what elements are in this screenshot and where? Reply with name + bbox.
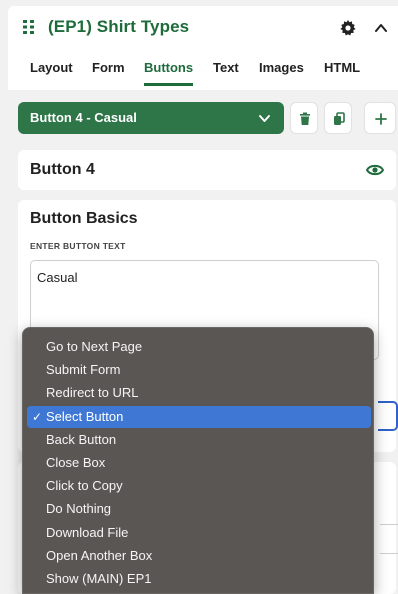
- add-button[interactable]: [364, 102, 396, 134]
- tab-text[interactable]: Text: [213, 56, 239, 86]
- menu-item[interactable]: ✓ Select Button: [27, 405, 371, 428]
- button-action-select[interactable]: [378, 401, 398, 431]
- menu-item-label: Select Button: [46, 408, 124, 424]
- menu-item[interactable]: Show (MAIN) EP1: [27, 568, 371, 590]
- panel-title: (EP1) Shirt Types: [48, 17, 190, 36]
- delete-button[interactable]: [290, 102, 318, 134]
- menu-item-label: Do Nothing: [46, 501, 112, 517]
- menu-item[interactable]: Do Nothing: [27, 498, 371, 520]
- copy-icon: [334, 112, 345, 125]
- button-text-label: ENTER BUTTON TEXT: [30, 241, 126, 251]
- menu-item[interactable]: Back Button: [27, 429, 371, 451]
- trash-icon: [300, 112, 310, 125]
- collapse-chevron-up-icon[interactable]: [374, 21, 388, 35]
- tab-html[interactable]: HTML: [324, 56, 360, 86]
- menu-item[interactable]: Go to Next Page: [27, 336, 371, 358]
- menu-item-label: Download File: [46, 524, 129, 540]
- chevron-down-icon: [259, 115, 270, 122]
- button-select-dropdown[interactable]: Button 4 - Casual: [18, 102, 284, 134]
- menu-item[interactable]: Download File: [27, 522, 371, 544]
- menu-item[interactable]: Close Box: [27, 452, 371, 474]
- menu-item[interactable]: Submit Form: [27, 359, 371, 381]
- title-row: (EP1) Shirt Types: [8, 6, 398, 48]
- tab-buttons[interactable]: Buttons: [144, 56, 194, 86]
- checkmark-icon: ✓: [32, 409, 43, 424]
- button-selector-row: Button 4 - Casual: [18, 102, 396, 134]
- menu-item-label: Submit Form: [46, 362, 121, 378]
- gear-icon[interactable]: [340, 20, 356, 36]
- button-card: Button 4: [18, 150, 396, 190]
- menu-item-label: Open Another Box: [46, 547, 153, 563]
- button-action-menu: Go to Next Page Submit Form Redirect to UR…: [22, 327, 374, 594]
- tab-layout[interactable]: Layout: [30, 56, 73, 86]
- tab-images[interactable]: Images: [259, 56, 304, 86]
- lower-field-input[interactable]: [380, 524, 398, 554]
- tab-bar: Layout Form Buttons Text Images HTML: [8, 50, 398, 90]
- panel-header: (EP1) Shirt Types Layout Form Buttons Te…: [8, 6, 398, 90]
- button-basics-title: Button Basics: [30, 210, 138, 227]
- menu-item-label: Show (MAIN) EP1: [46, 571, 152, 586]
- menu-item-label: Go to Next Page: [46, 339, 143, 354]
- plus-icon: [375, 113, 387, 125]
- duplicate-button[interactable]: [324, 102, 352, 134]
- button-select-value: Button 4 - Casual: [30, 110, 137, 125]
- menu-item-label: Redirect to URL: [46, 385, 139, 401]
- tab-form[interactable]: Form: [92, 56, 125, 86]
- menu-item-label: Back Button: [46, 431, 117, 447]
- drag-handle-icon[interactable]: [22, 19, 36, 35]
- menu-item-label: Click to Copy: [46, 478, 123, 494]
- menu-item[interactable]: Open Another Box: [27, 545, 371, 567]
- eye-icon[interactable]: [366, 163, 384, 177]
- menu-item[interactable]: Click to Copy: [27, 475, 371, 497]
- button-card-title: Button 4: [30, 161, 95, 178]
- menu-item-label: Close Box: [46, 455, 106, 470]
- menu-item[interactable]: Redirect to URL: [27, 382, 371, 404]
